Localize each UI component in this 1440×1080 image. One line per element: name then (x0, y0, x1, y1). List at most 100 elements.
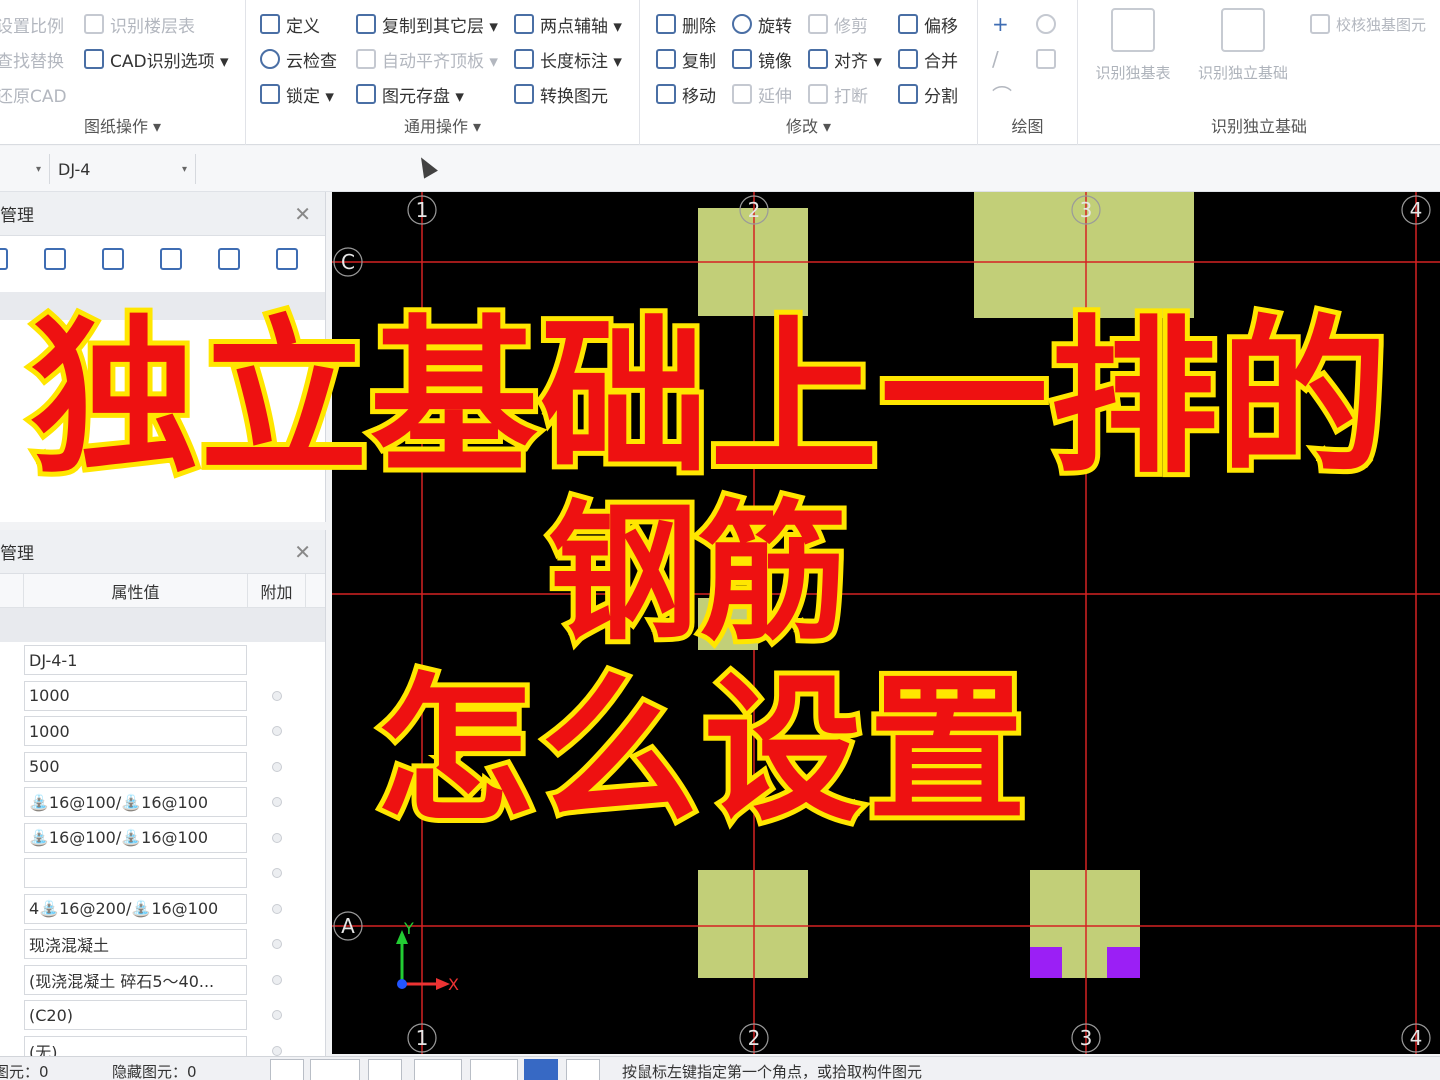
panel-title: 管理 (0, 544, 34, 564)
check-foundation-elements-button[interactable]: 校核独基图元 (1310, 10, 1426, 38)
snap-mode-button[interactable] (270, 1059, 304, 1080)
ribbon: 设置比例 识别楼层表 查找替换 CAD识别选项 ▾ 还原CAD 图纸操作 ▾ 定… (0, 0, 1440, 145)
canvas-svg: 1 2 3 4 1 2 3 4 C A Y X (332, 192, 1440, 1054)
lock-button[interactable]: 锁定 ▾ (260, 80, 334, 108)
new-component-icon[interactable] (0, 248, 8, 270)
offset-button[interactable]: 偏移 (898, 10, 958, 38)
cloud-check-button[interactable]: 云检查 (260, 45, 337, 73)
property-value-field[interactable]: 1000 (24, 680, 247, 711)
rebar-mark-left[interactable] (1030, 947, 1062, 978)
break-button[interactable]: 打断 (808, 80, 868, 108)
two-point-axis-button[interactable]: 两点辅轴 ▾ (514, 10, 622, 38)
draw-point-button[interactable]: + (992, 10, 1009, 38)
define-button[interactable]: 定义 (260, 10, 320, 38)
property-value-field[interactable]: ⛲16@100/⛲16@100 (24, 787, 247, 817)
draw-line-button[interactable]: / (992, 45, 999, 73)
restore-cad-button[interactable]: 还原CAD (0, 80, 67, 108)
extra-checkbox[interactable] (272, 832, 282, 843)
chevron-down-icon: ▾ (181, 163, 187, 175)
extend-button[interactable]: 延伸 (732, 80, 792, 108)
extra-checkbox[interactable] (272, 761, 282, 772)
draw-rotate-point-button[interactable] (1036, 10, 1056, 38)
copy-component-icon[interactable] (44, 248, 66, 270)
property-value-field[interactable] (24, 858, 247, 888)
delete-button[interactable]: 删除 (656, 10, 716, 38)
auto-align-top-button[interactable]: 自动平齐顶板 ▾ (356, 45, 498, 73)
trim-button[interactable]: 修剪 (808, 10, 868, 38)
property-value-field[interactable]: 1000 (24, 716, 247, 746)
property-value-field[interactable]: 500 (24, 751, 247, 782)
extra-checkbox[interactable] (272, 1010, 282, 1020)
property-row: 1000 (0, 678, 325, 714)
component-name-select[interactable]: DJ-4 ▾ (50, 154, 196, 184)
extra-checkbox[interactable] (272, 974, 282, 985)
property-row: 500 (0, 749, 325, 785)
property-value-field[interactable]: 现浇混凝土 (24, 929, 247, 959)
property-value-field[interactable]: DJ-4-1 (24, 645, 247, 675)
drawing-canvas[interactable]: 1 2 3 4 1 2 3 4 C A Y X (332, 192, 1440, 1054)
grid-snap-toggle[interactable] (524, 1059, 558, 1080)
property-value-field[interactable]: (无) (24, 1035, 247, 1056)
property-value-field[interactable]: 4⛲16@200/⛲16@100 (24, 893, 247, 924)
chevron-down-icon: ▾ (35, 163, 41, 175)
extra-checkbox[interactable] (272, 690, 282, 701)
extra-checkbox[interactable] (272, 939, 282, 949)
identify-floor-table-button[interactable]: 识别楼层表 (84, 10, 195, 38)
cad-options-button[interactable]: CAD识别选项 ▾ (84, 45, 229, 73)
foundation-3d-icon (1221, 8, 1265, 52)
foundation-a2[interactable] (698, 870, 808, 978)
close-icon[interactable]: ✕ (294, 202, 311, 226)
arc-icon: ⌒ (992, 83, 1012, 108)
ortho-mode-button[interactable] (470, 1059, 518, 1080)
extra-checkbox[interactable] (272, 797, 282, 807)
extra-checkbox[interactable] (272, 726, 282, 736)
foundation-b2[interactable] (698, 598, 758, 650)
split-button[interactable]: 分割 (898, 80, 958, 108)
search-bar[interactable] (0, 292, 325, 320)
merge-button[interactable]: 合并 (898, 45, 958, 73)
extra-checkbox[interactable] (272, 903, 282, 914)
draw-rect-button[interactable] (1036, 45, 1056, 73)
copy-to-other-floor-button[interactable]: 复制到其它层 ▾ (356, 10, 498, 38)
property-row: ⛲16@100/⛲16@100 (0, 784, 325, 820)
property-row: (无) (0, 1033, 325, 1056)
extra-checkbox[interactable] (272, 868, 282, 878)
group-label-drawing-ops[interactable]: 图纸操作 ▾ (0, 113, 245, 137)
length-dimension-button[interactable]: 长度标注 ▾ (514, 45, 622, 73)
copy-button[interactable]: 复制 (656, 45, 716, 73)
component-type-select[interactable]: ▾ (0, 154, 50, 184)
copy-icon (656, 49, 676, 69)
draw-arc-button[interactable]: ⌒ (992, 80, 1012, 108)
list-icon[interactable] (218, 248, 240, 270)
properties-icon[interactable] (276, 248, 298, 270)
move-button[interactable]: 移动 (656, 80, 716, 108)
convert-elements-button[interactable]: 转换图元 (514, 80, 608, 108)
group-label-modify[interactable]: 修改 ▾ (640, 113, 977, 137)
mirror-button[interactable]: 镜像 (732, 45, 792, 73)
property-value-field[interactable]: (现浇混凝土 碎石5～40... (24, 964, 247, 995)
rebar-mark-right[interactable] (1107, 947, 1140, 978)
close-icon[interactable]: ✕ (294, 540, 311, 564)
set-scale-button[interactable]: 设置比例 (0, 10, 64, 38)
rotate-icon (732, 14, 752, 34)
ucs-x-label: X (448, 975, 459, 994)
identify-foundation-table-button[interactable]: 识别独基表 (1088, 8, 1178, 83)
align-button[interactable]: 对齐 ▾ (808, 45, 882, 73)
check-elements-icon (1310, 14, 1330, 34)
property-value-field[interactable]: ⛲16@100/⛲16@100 (24, 822, 247, 853)
find-replace-button[interactable]: 查找替换 (0, 45, 64, 73)
angle-mode-button[interactable] (414, 1059, 462, 1080)
cross-select-button[interactable] (368, 1059, 402, 1080)
identify-independent-foundation-button[interactable]: 识别独立基础 (1188, 8, 1298, 83)
dynamic-input-toggle[interactable] (566, 1059, 600, 1080)
property-value-field[interactable]: (C20) (24, 1000, 247, 1030)
trash-icon (656, 14, 676, 34)
axis-label-top-4: 4 (1410, 198, 1423, 222)
rotate-button[interactable]: 旋转 (732, 10, 792, 38)
select-mode-button[interactable] (310, 1059, 360, 1080)
save-elements-button[interactable]: 图元存盘 ▾ (356, 80, 464, 108)
group-label-common-ops[interactable]: 通用操作 ▾ (246, 113, 639, 137)
layer-copy-icon[interactable] (102, 248, 124, 270)
extra-checkbox[interactable] (272, 1045, 282, 1056)
import-icon[interactable] (160, 248, 182, 270)
